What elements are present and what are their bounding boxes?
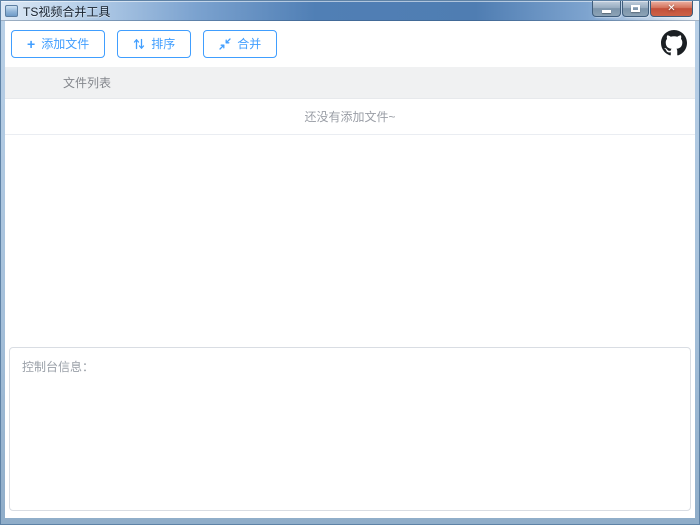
console-box[interactable]: 控制台信息： — [9, 347, 691, 511]
maximize-button[interactable] — [622, 1, 649, 17]
file-list-header-label: 文件列表 — [63, 76, 112, 90]
titlebar[interactable]: TS视频合并工具 ✕ — [1, 1, 699, 21]
maximize-icon — [631, 5, 640, 12]
sort-icon — [133, 38, 145, 50]
close-icon: ✕ — [667, 2, 676, 14]
toolbar: + 添加文件 排序 合并 — [5, 21, 695, 67]
minimize-icon — [602, 9, 611, 13]
console-label: 控制台信息： — [22, 360, 95, 374]
close-button[interactable]: ✕ — [650, 1, 693, 17]
plus-icon: + — [27, 36, 36, 52]
github-icon — [661, 30, 687, 56]
add-files-button[interactable]: + 添加文件 — [11, 30, 106, 58]
add-files-label: 添加文件 — [41, 37, 90, 51]
merge-label: 合并 — [237, 37, 262, 51]
github-link[interactable] — [661, 30, 687, 56]
app-icon — [5, 5, 18, 17]
app-window: TS视频合并工具 ✕ + 添加文件 排序 合并 文件列表 还没有添加文件~ 控制… — [0, 0, 700, 525]
sort-label: 排序 — [151, 37, 176, 51]
minimize-button[interactable] — [592, 1, 621, 17]
file-list-empty-row: 还没有添加文件~ — [5, 99, 695, 135]
file-list-area — [5, 135, 695, 347]
app-content: + 添加文件 排序 合并 文件列表 还没有添加文件~ 控制台信息： — [5, 21, 695, 518]
sort-button[interactable]: 排序 — [117, 30, 192, 58]
window-title: TS视频合并工具 — [23, 4, 111, 19]
merge-button[interactable]: 合并 — [203, 30, 278, 58]
caption-buttons: ✕ — [591, 1, 693, 17]
merge-icon — [219, 38, 231, 50]
file-list-empty-text: 还没有添加文件~ — [304, 110, 396, 124]
file-list-header: 文件列表 — [5, 67, 695, 99]
